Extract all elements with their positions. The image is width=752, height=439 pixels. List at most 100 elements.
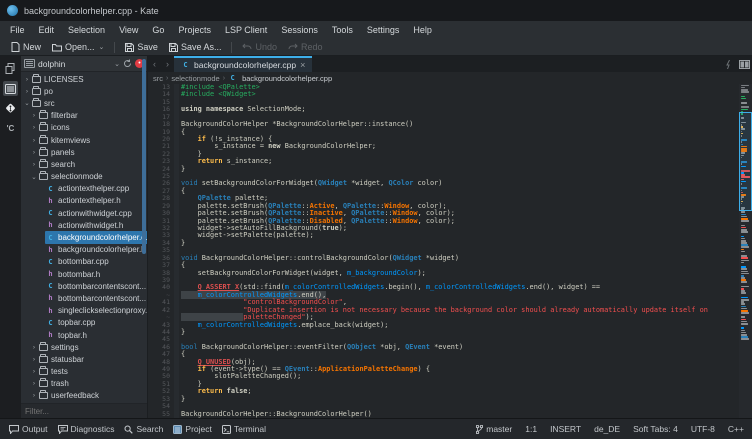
code-line[interactable]: void setBackgroundColorForWidget(QWidget… bbox=[181, 180, 752, 187]
tree-item-tests[interactable]: ›tests bbox=[21, 366, 147, 378]
split-view-icon[interactable] bbox=[736, 56, 752, 72]
tree-item-backgroundcolorhelper-h[interactable]: hbackgroundcolorhelper.h bbox=[21, 244, 147, 256]
expand-icon[interactable]: › bbox=[23, 88, 31, 95]
menu-lsp-client[interactable]: LSP Client bbox=[218, 23, 274, 37]
titlebar[interactable]: backgroundcolorhelper.cpp - Kate bbox=[0, 0, 752, 21]
expand-icon[interactable]: › bbox=[30, 392, 38, 399]
line-number-gutter[interactable]: 1314151617181920212223242526272829303132… bbox=[148, 84, 174, 418]
tree-item-icons[interactable]: ›icons bbox=[21, 122, 147, 134]
code-line[interactable]: } bbox=[181, 240, 752, 247]
syntax-mode[interactable]: C++ bbox=[728, 424, 744, 434]
tree-item-selectionmode[interactable]: ⌄selectionmode bbox=[21, 171, 147, 183]
save-as-button[interactable]: Save As... bbox=[164, 41, 227, 53]
code-text[interactable]: #include <QPalette>#include <QWidget> usi… bbox=[179, 84, 752, 418]
expand-icon[interactable]: › bbox=[23, 76, 31, 83]
toolview-button-project[interactable]: Project bbox=[168, 422, 216, 436]
tree-item-filterbar[interactable]: ›filterbar bbox=[21, 110, 147, 122]
expand-icon[interactable]: › bbox=[30, 161, 38, 168]
breadcrumb-file[interactable]: C backgroundcolorhelper.cpp bbox=[228, 74, 332, 83]
nav-back-icon[interactable]: ‹ bbox=[148, 56, 161, 72]
tree-item-panels[interactable]: ›panels bbox=[21, 146, 147, 158]
expand-icon[interactable]: › bbox=[30, 137, 38, 144]
expand-icon[interactable]: › bbox=[30, 380, 38, 387]
tree-item-po[interactable]: ›po bbox=[21, 85, 147, 97]
project-tree-icon[interactable] bbox=[3, 81, 18, 96]
toolview-button-output[interactable]: Output bbox=[4, 422, 53, 436]
code-line[interactable]: slotPaletteChanged(); bbox=[181, 373, 752, 380]
code-line[interactable]: bool BackgroundColorHelper::eventFilter(… bbox=[181, 344, 752, 351]
collapse-icon[interactable]: ⌄ bbox=[23, 99, 31, 107]
code-line[interactable]: } bbox=[181, 381, 752, 388]
tree-item-statusbar[interactable]: ›statusbar bbox=[21, 353, 147, 365]
code-line[interactable]: void BackgroundColorHelper::controlBackg… bbox=[181, 255, 752, 262]
expand-icon[interactable]: › bbox=[30, 112, 38, 119]
tab-backgroundcolorhelper[interactable]: C backgroundcolorhelper.cpp × bbox=[174, 56, 312, 72]
menu-view[interactable]: View bbox=[112, 23, 145, 37]
menu-sessions[interactable]: Sessions bbox=[274, 23, 325, 37]
code-line[interactable]: } bbox=[181, 396, 752, 403]
tree-item-singleclickselectionproxy[interactable]: hsingleclickselectionproxy... bbox=[21, 305, 147, 317]
expand-icon[interactable]: › bbox=[30, 356, 38, 363]
minimap-viewport[interactable] bbox=[739, 112, 752, 211]
breadcrumb-src[interactable]: src bbox=[153, 74, 163, 83]
project-dropdown-icon[interactable]: ⌄ bbox=[114, 60, 120, 68]
toolview-button-diagnostics[interactable]: Diagnostics bbox=[53, 422, 120, 436]
toolview-button-search[interactable]: Search bbox=[119, 422, 168, 436]
tree-item-kitemviews[interactable]: ›kitemviews bbox=[21, 134, 147, 146]
tree-item-src[interactable]: ⌄src bbox=[21, 97, 147, 109]
code-line[interactable]: setBackgroundColorForWidget(widget, m_ba… bbox=[181, 270, 752, 277]
filter-input[interactable] bbox=[25, 407, 143, 416]
code-line[interactable]: return s_instance; bbox=[181, 158, 752, 165]
documents-icon[interactable] bbox=[3, 61, 18, 76]
code-line[interactable]: using namespace SelectionMode; bbox=[181, 106, 752, 113]
menu-selection[interactable]: Selection bbox=[61, 23, 112, 37]
cursor-position[interactable]: 1:1 bbox=[525, 424, 537, 434]
expand-icon[interactable]: › bbox=[30, 124, 38, 131]
tree-item-userfeedback[interactable]: ›userfeedback bbox=[21, 390, 147, 402]
minimap-scrollbar[interactable] bbox=[739, 84, 752, 418]
project-name[interactable]: dolphin bbox=[38, 59, 111, 69]
menu-projects[interactable]: Projects bbox=[171, 23, 218, 37]
tree-item-actionwithwidget-h[interactable]: hactionwithwidget.h bbox=[21, 219, 147, 231]
menu-edit[interactable]: Edit bbox=[32, 23, 62, 37]
tree-item-settings[interactable]: ›settings bbox=[21, 341, 147, 353]
menu-file[interactable]: File bbox=[3, 23, 32, 37]
tree-item-topbar-h[interactable]: htopbar.h bbox=[21, 329, 147, 341]
tree-item-bottombarcontentscont[interactable]: hbottombarcontentscont... bbox=[21, 292, 147, 304]
menu-settings[interactable]: Settings bbox=[360, 23, 407, 37]
code-line[interactable]: widget->setPalette(palette); bbox=[181, 232, 752, 239]
code-line[interactable]: BackgroundColorHelper *BackgroundColorHe… bbox=[181, 121, 752, 128]
tree-item-search[interactable]: ›search bbox=[21, 158, 147, 170]
open-button[interactable]: Open... ⌄ bbox=[47, 41, 109, 53]
toolview-button-terminal[interactable]: Terminal bbox=[217, 422, 271, 436]
code-line[interactable]: s_instance = new BackgroundColorHelper; bbox=[181, 143, 752, 150]
tree-item-trash[interactable]: ›trash bbox=[21, 378, 147, 390]
git-branch[interactable]: master bbox=[476, 424, 512, 434]
menu-tools[interactable]: Tools bbox=[325, 23, 360, 37]
tree-item-backgroundcolorhelper-c[interactable]: Cbackgroundcolorhelper.c... bbox=[21, 231, 147, 243]
input-mode[interactable]: INSERT bbox=[550, 424, 581, 434]
dictionary[interactable]: de_DE bbox=[594, 424, 620, 434]
code-area[interactable]: 1314151617181920212223242526272829303132… bbox=[148, 84, 752, 418]
tree-item-bottombar-cpp[interactable]: Cbottombar.cpp bbox=[21, 256, 147, 268]
code-line[interactable]: { bbox=[181, 351, 752, 358]
git-icon[interactable] bbox=[3, 101, 18, 116]
code-line[interactable]: #include <QPalette> bbox=[181, 84, 752, 91]
code-line[interactable]: } bbox=[181, 166, 752, 173]
tree-item-bottombarcontentscont[interactable]: Cbottombarcontentscont... bbox=[21, 280, 147, 292]
tree-item-actiontexthelper-h[interactable]: hactiontexthelper.h bbox=[21, 195, 147, 207]
code-line[interactable]: return false; bbox=[181, 388, 752, 395]
code-line[interactable]: #include <QWidget> bbox=[181, 91, 752, 98]
collapse-icon[interactable]: ⌄ bbox=[30, 173, 38, 181]
expand-icon[interactable]: › bbox=[30, 149, 38, 156]
reload-project-icon[interactable] bbox=[123, 59, 132, 68]
tree-item-actionwithwidget-cpp[interactable]: Cactionwithwidget.cpp bbox=[21, 207, 147, 219]
expand-icon[interactable]: › bbox=[30, 368, 38, 375]
tree-item-bottombar-h[interactable]: hbottombar.h bbox=[21, 268, 147, 280]
save-button[interactable]: Save bbox=[120, 41, 163, 53]
nav-forward-icon[interactable]: › bbox=[161, 56, 174, 72]
open-dropdown-icon[interactable]: ⌄ bbox=[99, 43, 105, 51]
undo-button[interactable]: Undo bbox=[237, 41, 282, 53]
code-line[interactable]: BackgroundColorHelper::BackgroundColorHe… bbox=[181, 411, 752, 418]
encoding[interactable]: UTF-8 bbox=[691, 424, 715, 434]
